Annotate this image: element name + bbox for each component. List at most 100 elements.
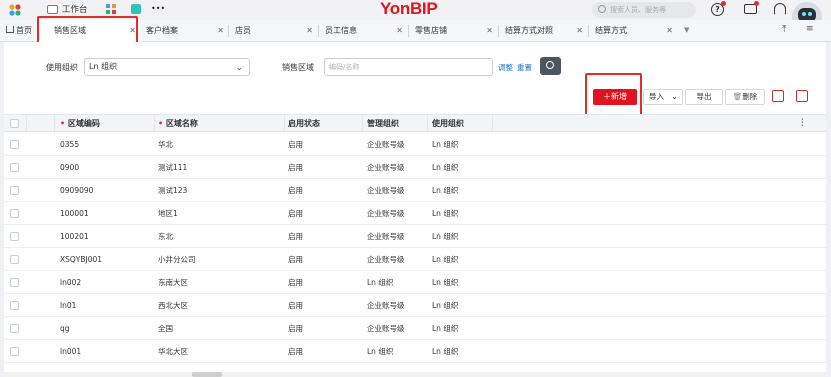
- row-checkbox[interactable]: [10, 255, 19, 264]
- select-all-checkbox[interactable]: [10, 119, 19, 128]
- close-icon[interactable]: ✕: [666, 20, 673, 42]
- row-checkbox[interactable]: [10, 301, 19, 310]
- table-row[interactable]: 100201 东北 启用 企业账号级 Ln 组织: [4, 225, 826, 248]
- chevron-down-icon: ⌄: [671, 92, 678, 101]
- settings-doc-icon[interactable]: [796, 90, 808, 102]
- table-cell: 企业账号级: [367, 209, 405, 218]
- tab-retail-store[interactable]: 零售店铺 ✕: [409, 20, 497, 42]
- close-icon[interactable]: ✕: [396, 20, 403, 42]
- table-row[interactable]: ln001 华北大区 启用 Ln 组织 Ln 组织: [4, 340, 826, 363]
- more-tabs-icon[interactable]: ≡: [806, 24, 814, 34]
- table-cell: 启用: [288, 301, 303, 310]
- table-cell: ln001: [60, 347, 82, 356]
- tab-label: 结算方式: [595, 26, 627, 35]
- table-cell: 东北: [158, 232, 173, 241]
- global-search-input[interactable]: 搜索人员、服务等: [610, 4, 666, 16]
- adjust-link[interactable]: 调整: [498, 62, 513, 74]
- column-header[interactable]: • 区域名称: [158, 115, 198, 133]
- table-header: • 区域编码 • 区域名称 启用状态 管理组织 使用组织 ⫶: [4, 114, 826, 133]
- table-cell: 启用: [288, 163, 303, 172]
- apps-icon[interactable]: [106, 4, 116, 14]
- table-cell: Ln 组织: [432, 209, 459, 218]
- table-cell: 东南大区: [158, 278, 188, 287]
- table-cell: Ln 组织: [432, 278, 459, 287]
- more-icon[interactable]: •••: [151, 3, 165, 15]
- org-select[interactable]: Ln 组织 ⌄: [84, 58, 250, 76]
- chevron-down-icon[interactable]: ▼: [684, 26, 689, 34]
- table-cell: 启用: [288, 278, 303, 287]
- table-cell: Ln 组织: [432, 163, 459, 172]
- table-row[interactable]: 0900 测试111 启用 企业账号级 Ln 组织: [4, 156, 826, 179]
- row-checkbox[interactable]: [10, 347, 19, 356]
- table-cell: Ln 组织: [432, 186, 459, 195]
- column-header[interactable]: 启用状态: [288, 115, 320, 133]
- brand-logo: YonBIP: [380, 0, 438, 18]
- row-checkbox[interactable]: [10, 186, 19, 195]
- close-icon[interactable]: ✕: [306, 20, 313, 42]
- table-cell: 小井分公司: [158, 255, 196, 264]
- export-button[interactable]: 导出: [685, 89, 723, 105]
- export-button-label: 导出: [696, 92, 712, 101]
- tab-employee-info[interactable]: 员工信息 ✕: [319, 20, 407, 42]
- tab-customer-archive[interactable]: 客户档案 ✕: [140, 20, 228, 42]
- column-header[interactable]: • 区域编码: [60, 115, 100, 133]
- workbench-label[interactable]: 工作台: [62, 3, 88, 17]
- global-search[interactable]: 搜索人员、服务等: [592, 2, 696, 18]
- scrollbar-thumb[interactable]: [192, 372, 222, 377]
- table-row[interactable]: qg 全国 启用 企业账号级 Ln 组织: [4, 317, 826, 340]
- import-button[interactable]: 导入 ⌄: [643, 89, 683, 105]
- row-checkbox[interactable]: [10, 232, 19, 241]
- column-settings-icon[interactable]: ⫶: [801, 118, 804, 129]
- delete-button[interactable]: 🗑删除: [725, 89, 765, 105]
- table-cell: 企业账号级: [367, 163, 405, 172]
- table-cell: 企业账号级: [367, 324, 405, 333]
- table-row[interactable]: 100001 地区1 启用 企业账号级 Ln 组织: [4, 202, 826, 225]
- table-cell: 测试123: [158, 186, 188, 195]
- table-cell: 西北大区: [158, 301, 188, 310]
- tab-settlement-mapping[interactable]: 结算方式对照 ✕: [499, 20, 587, 42]
- tab-label: 结算方式对照: [505, 26, 553, 35]
- chevron-down-icon: ⌄: [235, 63, 243, 73]
- column-header[interactable]: 使用组织: [432, 115, 464, 133]
- print-icon[interactable]: [772, 90, 784, 102]
- table-cell: Ln 组织: [432, 324, 459, 333]
- close-icon[interactable]: ✕: [486, 20, 493, 42]
- close-icon[interactable]: ✕: [217, 20, 224, 42]
- app-grid-icon[interactable]: [9, 4, 21, 16]
- tab-label: 员工信息: [325, 26, 357, 35]
- org-select-value: Ln 组织: [89, 62, 118, 71]
- message-app-icon[interactable]: [131, 4, 141, 14]
- chat-badge: [754, 1, 759, 6]
- table-cell: 企业账号级: [367, 301, 405, 310]
- row-checkbox[interactable]: [10, 324, 19, 333]
- row-checkbox[interactable]: [10, 163, 19, 172]
- row-checkbox[interactable]: [10, 140, 19, 149]
- region-search-input[interactable]: 编码/名称: [324, 58, 493, 76]
- table-cell: 地区1: [158, 209, 178, 218]
- table-cell: 启用: [288, 347, 303, 356]
- row-checkbox[interactable]: [10, 278, 19, 287]
- tab-home[interactable]: 首页: [0, 20, 36, 42]
- column-header[interactable]: 管理组织: [367, 115, 399, 133]
- region-filter-label: 销售区域: [282, 63, 314, 72]
- notification-badge: [721, 1, 726, 6]
- row-checkbox[interactable]: [10, 209, 19, 218]
- table-row[interactable]: 0909090 测试123 启用 企业账号级 Ln 组织: [4, 179, 826, 202]
- home-icon: [6, 26, 14, 33]
- table-row[interactable]: ln01 西北大区 启用 企业账号级 Ln 组织: [4, 294, 826, 317]
- close-icon[interactable]: ✕: [576, 20, 583, 42]
- tab-label: 客户档案: [146, 26, 178, 35]
- table-row[interactable]: 0355 华北 启用 企业账号级 Ln 组织: [4, 133, 826, 156]
- search-button[interactable]: [540, 57, 561, 75]
- workbench-icon[interactable]: [47, 5, 58, 14]
- reset-link[interactable]: 重置: [517, 62, 532, 74]
- table-row[interactable]: XSQYBJ001 小井分公司 启用 企业账号级 Ln 组织: [4, 248, 826, 271]
- tab-clerk[interactable]: 店员 ✕: [229, 20, 317, 42]
- pin-icon[interactable]: ⤒: [782, 24, 786, 35]
- table-cell: 华北大区: [158, 347, 188, 356]
- horizontal-scrollbar[interactable]: [4, 372, 826, 377]
- tab-settlement-method[interactable]: 结算方式 ✕: [589, 20, 677, 42]
- table-row[interactable]: ln002 东南大区 启用 Ln 组织 Ln 组织: [4, 271, 826, 294]
- table-cell: Ln 组织: [367, 347, 394, 356]
- headset-icon[interactable]: [774, 3, 786, 15]
